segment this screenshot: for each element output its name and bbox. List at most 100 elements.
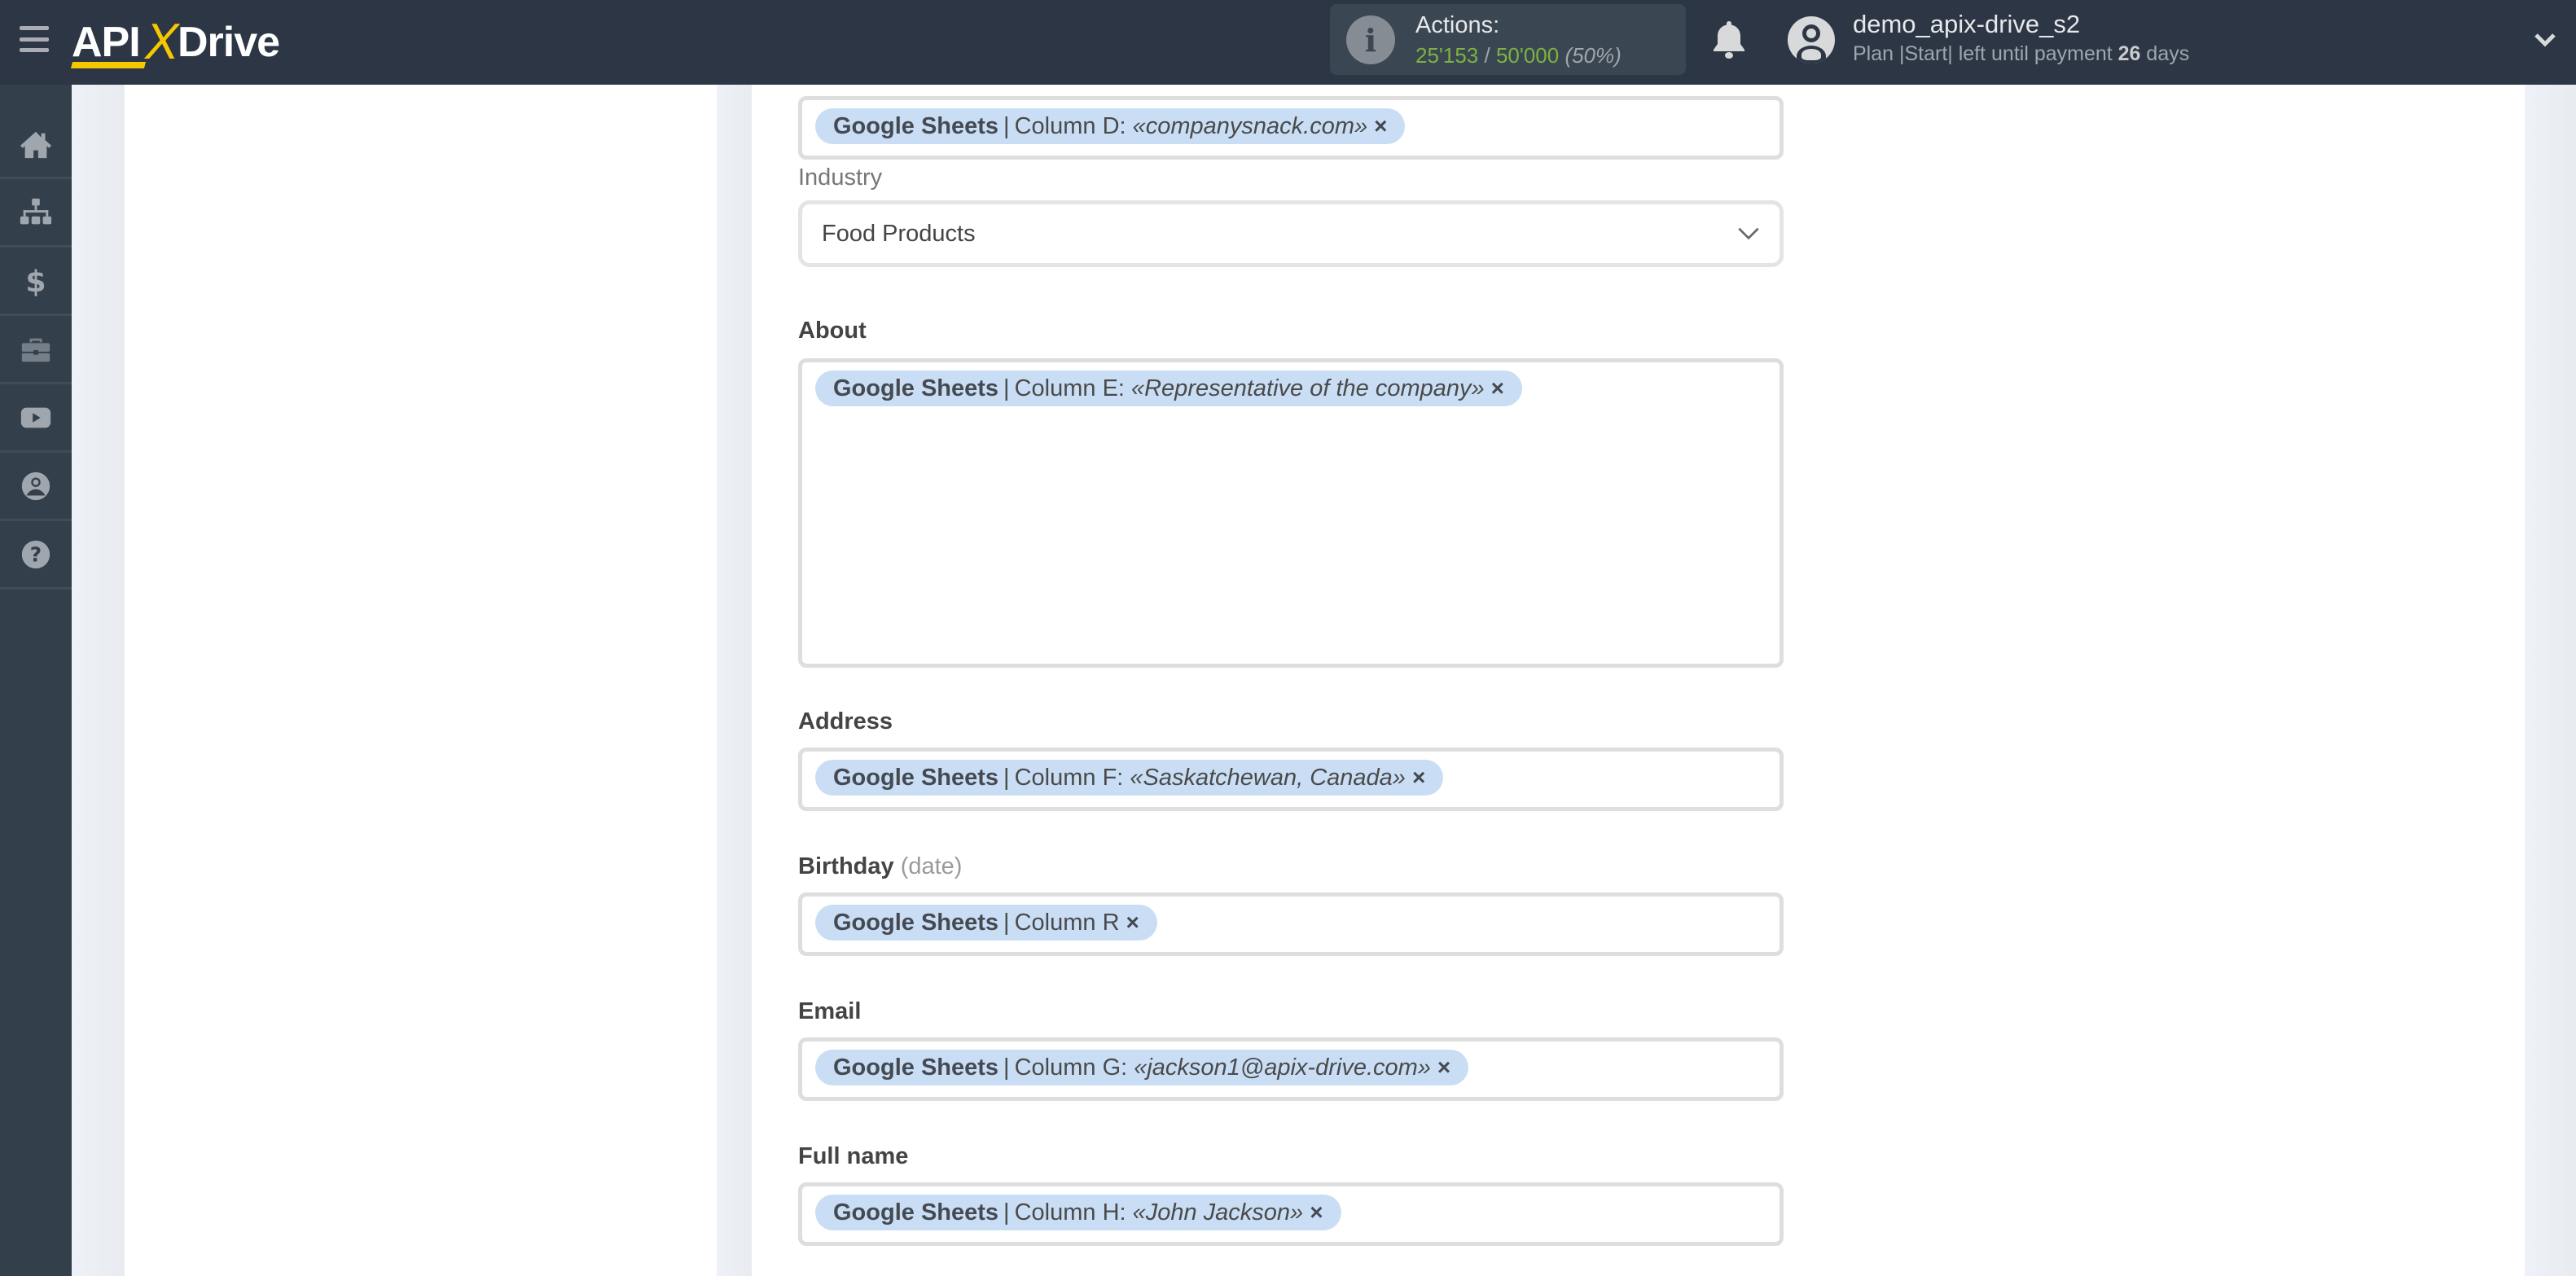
remove-tag-icon[interactable]: × xyxy=(1310,1199,1323,1226)
left-panel xyxy=(125,85,717,1276)
user-circle-icon xyxy=(21,471,50,500)
tag-separator: | xyxy=(1003,1054,1010,1081)
dollar-icon: $ xyxy=(25,264,46,298)
birthday-type-hint: (date) xyxy=(900,853,963,879)
actions-usage-widget[interactable]: i Actions: 25'153 / 50'000 (50%) xyxy=(1330,4,1686,75)
about-textarea[interactable]: Google Sheets | Column E: «Representativ… xyxy=(798,358,1784,668)
tag-value: «jackson1@apix-drive.com» xyxy=(1134,1054,1431,1081)
chevron-down-icon[interactable] xyxy=(2533,28,2557,52)
actions-total: 50'000 xyxy=(1495,43,1560,68)
notifications-bell-icon[interactable] xyxy=(1711,20,1747,60)
remove-tag-icon[interactable]: × xyxy=(1437,1055,1450,1081)
logo-api-text: API xyxy=(72,19,141,66)
plan-text: Plan |Start| left until payment xyxy=(1853,42,2118,65)
tag-separator: | xyxy=(1003,112,1010,139)
tag-value: «John Jackson» xyxy=(1132,1199,1304,1226)
tag-column: Column D: xyxy=(1014,112,1126,139)
field-mapping-card: Google Sheets | Column D: «companysnack.… xyxy=(752,85,2525,1276)
tag-value: «Saskatchewan, Canada» xyxy=(1130,764,1406,791)
field-full-name: Full name xyxy=(798,1143,1784,1170)
address-label: Address xyxy=(798,708,893,734)
tag-column: Column R xyxy=(1014,909,1120,936)
tag-value: «companysnack.com» xyxy=(1132,112,1368,139)
tag-source: Google Sheets xyxy=(833,1054,999,1081)
email-input[interactable]: Google Sheets | Column G: «jackson1@apix… xyxy=(798,1037,1784,1101)
tag-separator: | xyxy=(1003,764,1010,791)
sidebar-item-help[interactable]: ? xyxy=(0,521,72,590)
actions-percent: (50%) xyxy=(1564,43,1622,68)
sidebar-item-connections[interactable] xyxy=(0,179,72,248)
sidebar-item-account[interactable] xyxy=(0,453,72,521)
mapping-tag: Google Sheets | Column F: «Saskatchewan,… xyxy=(815,760,1444,796)
logo-underline xyxy=(70,62,147,68)
industry-select[interactable]: Food Products xyxy=(798,200,1784,267)
svg-text:?: ? xyxy=(30,542,42,566)
user-plan-info: Plan |Start| left until payment 26 days xyxy=(1853,42,2189,66)
field-website: Google Sheets | Column D: «companysnack.… xyxy=(798,96,1784,160)
apix-drive-logo[interactable]: API X Drive xyxy=(70,11,292,70)
birthday-label-text: Birthday xyxy=(798,853,894,879)
gutter-right xyxy=(2525,85,2576,1276)
mapping-tag: Google Sheets | Column H: «John Jackson»… xyxy=(815,1195,1341,1230)
mapping-tag: Google Sheets | Column G: «jackson1@apix… xyxy=(815,1050,1469,1085)
address-input[interactable]: Google Sheets | Column F: «Saskatchewan,… xyxy=(798,748,1784,811)
sitemap-icon xyxy=(20,198,52,224)
full-name-input[interactable]: Google Sheets | Column H: «John Jackson»… xyxy=(798,1182,1784,1246)
avatar-body xyxy=(1797,46,1826,64)
field-address: Address xyxy=(798,708,1784,735)
remove-tag-icon[interactable]: × xyxy=(1126,910,1139,936)
gutter-middle xyxy=(717,85,752,1276)
remove-tag-icon[interactable]: × xyxy=(1491,375,1504,401)
avatar-head xyxy=(1802,24,1820,42)
about-textarea-wrapper: Google Sheets | Column E: «Representativ… xyxy=(798,358,1784,668)
tag-column: Column H: xyxy=(1014,1199,1126,1226)
email-input-wrapper: Google Sheets | Column G: «jackson1@apix… xyxy=(798,1037,1784,1101)
actions-count: 25'153 / 50'000 (50%) xyxy=(1415,43,1622,68)
birthday-input[interactable]: Google Sheets | Column R × xyxy=(798,892,1784,956)
website-input[interactable]: Google Sheets | Column D: «companysnack.… xyxy=(798,96,1784,160)
sidebar: $ ? xyxy=(0,85,72,1276)
mapping-tag: Google Sheets | Column D: «companysnack.… xyxy=(815,108,1406,144)
question-circle-icon: ? xyxy=(21,540,50,568)
tag-separator: | xyxy=(1003,909,1010,936)
sidebar-item-tools[interactable] xyxy=(0,316,72,384)
mapping-tag: Google Sheets | Column E: «Representativ… xyxy=(815,371,1522,406)
remove-tag-icon[interactable]: × xyxy=(1374,113,1387,139)
email-label: Email xyxy=(798,998,862,1024)
sidebar-item-home[interactable] xyxy=(0,85,72,179)
menu-icon-bar xyxy=(20,37,49,42)
days-suffix: days xyxy=(2140,42,2190,65)
tag-source: Google Sheets xyxy=(833,375,999,401)
tag-column: Column E: xyxy=(1014,375,1125,401)
tag-separator: | xyxy=(1003,1199,1010,1226)
sidebar-item-videos[interactable] xyxy=(0,384,72,453)
menu-toggle-button[interactable] xyxy=(20,26,49,52)
briefcase-icon xyxy=(21,338,50,362)
logo-x-text: X xyxy=(145,14,178,70)
tag-separator: | xyxy=(1003,375,1010,401)
birthday-input-wrapper: Google Sheets | Column R × xyxy=(798,892,1784,956)
tag-column: Column G: xyxy=(1014,1054,1128,1081)
home-icon xyxy=(20,131,52,158)
chevron-down-icon xyxy=(1737,221,1760,248)
industry-label: Industry xyxy=(798,164,883,191)
full-name-label: Full name xyxy=(798,1143,909,1169)
about-label: About xyxy=(798,318,867,344)
tag-value: «Representative of the company» xyxy=(1130,375,1485,401)
actions-label: Actions: xyxy=(1415,12,1500,38)
tag-source: Google Sheets xyxy=(833,112,999,139)
user-avatar-icon[interactable] xyxy=(1788,16,1835,64)
tag-source: Google Sheets xyxy=(833,1199,999,1226)
birthday-label: Birthday (date) xyxy=(798,853,1784,880)
mapping-tag: Google Sheets | Column R × xyxy=(815,905,1157,941)
tag-column: Column F: xyxy=(1014,764,1124,791)
user-name[interactable]: demo_apix-drive_s2 xyxy=(1853,10,2080,39)
sidebar-item-billing[interactable]: $ xyxy=(0,248,72,316)
full-name-input-wrapper: Google Sheets | Column H: «John Jackson»… xyxy=(798,1182,1784,1246)
address-input-wrapper: Google Sheets | Column F: «Saskatchewan,… xyxy=(798,748,1784,811)
tag-source: Google Sheets xyxy=(833,909,999,936)
field-industry: Industry xyxy=(798,164,1784,191)
industry-selected-value: Food Products xyxy=(822,220,976,247)
remove-tag-icon[interactable]: × xyxy=(1412,765,1425,791)
industry-select-wrapper: Food Products xyxy=(798,200,1784,267)
